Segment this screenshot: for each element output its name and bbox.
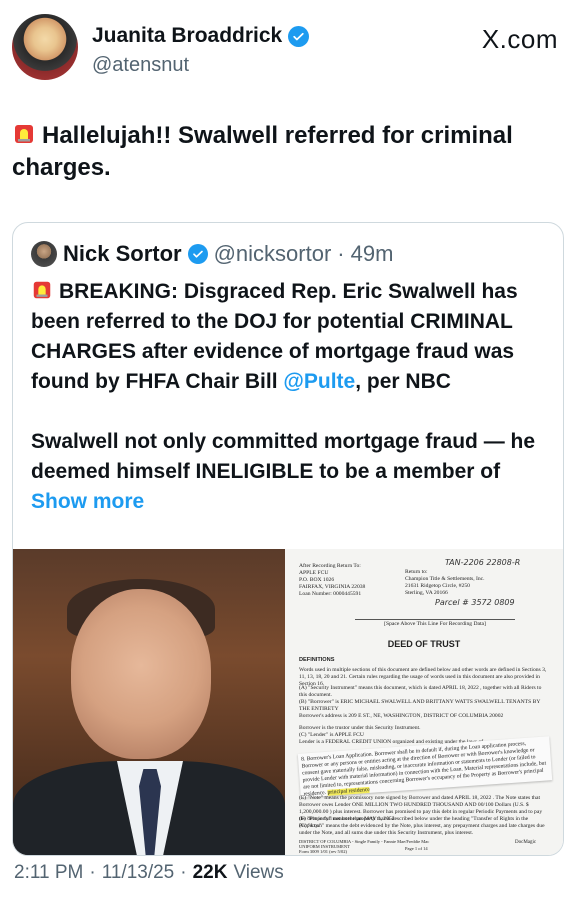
quoted-text-para2: Swalwell not only committed mortgage fra… — [31, 430, 536, 483]
verified-badge-icon — [288, 25, 310, 47]
doc-space-note: [Space Above This Line For Recording Dat… — [355, 619, 515, 628]
quoted-tweet-text: BREAKING: Disgraced Rep. Eric Swalwell h… — [31, 277, 551, 517]
views-label: Views — [233, 862, 284, 883]
separator-dot: · — [89, 862, 96, 883]
tweet-date[interactable]: 11/13/25 — [102, 862, 175, 884]
views-count[interactable]: 22K — [193, 862, 228, 884]
tweet-text: Hallelujah!! Swalwell referred for crimi… — [12, 120, 562, 184]
doc-definitions-label: DEFINITIONS — [299, 657, 335, 663]
quoted-author-handle[interactable]: @nicksortor — [214, 241, 332, 267]
tweet-body: Hallelujah!! Swalwell referred for crimi… — [12, 122, 513, 181]
doc-handwritten-number: TAN-2206 22808-R — [445, 558, 521, 567]
doc-return-address: Return to: Champion Title & Settlements,… — [405, 569, 485, 596]
quoted-tweet-header: Nick Sortor @nicksortor · 49m — [31, 241, 393, 267]
doc-return-to: After Recording Return To: APPLE FCU P.O… — [299, 563, 366, 597]
doc-line-a: (A) "Security Instrument" means this doc… — [299, 685, 542, 698]
doc-parcel-number: Parcel # 3572 0809 — [435, 598, 515, 607]
doc-line-g: (G) "Loan" means the debt evidenced by t… — [299, 823, 545, 836]
verified-badge-icon — [187, 244, 208, 264]
quoted-tweet-card[interactable]: Nick Sortor @nicksortor · 49m BREAKING: … — [12, 222, 564, 856]
author-avatar[interactable] — [12, 14, 78, 80]
tweet-header: Juanita Broaddrick @atensnut X.com — [12, 14, 564, 86]
show-more-link[interactable]: Show more — [31, 490, 144, 513]
quoted-timestamp[interactable]: 49m — [351, 241, 394, 267]
author-handle[interactable]: @atensnut — [92, 54, 189, 77]
doc-title: DEED OF TRUST — [387, 639, 461, 649]
doc-footer-page: Page 1 of 14 — [405, 846, 428, 851]
quoted-author-avatar[interactable] — [31, 241, 57, 267]
tweet-time[interactable]: 2:11 PM — [14, 862, 83, 884]
media-document-deed[interactable]: After Recording Return To: APPLE FCU P.O… — [285, 549, 563, 855]
separator-dot: · — [180, 862, 187, 883]
mention-link[interactable]: @Pulte — [283, 370, 355, 393]
quoted-media[interactable]: After Recording Return To: APPLE FCU P.O… — [13, 549, 563, 855]
police-siren-icon — [31, 279, 53, 301]
author-name-row: Juanita Broaddrick — [92, 24, 310, 48]
author-display-name[interactable]: Juanita Broaddrick — [92, 24, 282, 48]
doc-trustee-line: Borrower is the trustor under this Secur… — [299, 725, 421, 731]
tweet-footer: 2:11 PM · 11/13/25 · 22K Views — [14, 862, 284, 884]
police-siren-icon — [12, 122, 36, 146]
quoted-text-part2: , per NBC — [355, 370, 451, 393]
photo-face — [71, 589, 211, 759]
doc-line-b: (B) "Borrower" is ERIC MICHAEL SWALWELL … — [299, 699, 541, 712]
media-photo-portrait[interactable] — [13, 549, 285, 855]
x-brand-logo: X.com — [481, 24, 558, 54]
doc-address-line: Borrower's address is 209 E ST., NE, WAS… — [299, 713, 504, 719]
doc-footer-docmagic: DocMagic — [515, 840, 537, 845]
separator-dot: · — [337, 241, 345, 266]
quoted-author-name[interactable]: Nick Sortor — [63, 241, 182, 267]
